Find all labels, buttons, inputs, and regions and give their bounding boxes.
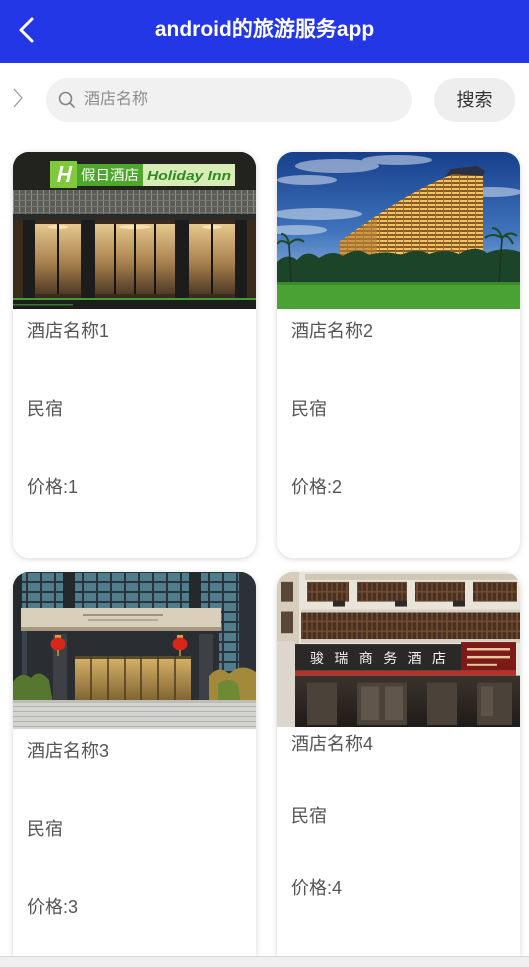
holiday-inn-sign: 假日酒店 Holiday Inn — [50, 161, 235, 188]
hotel-card-1[interactable]: 假日酒店 Holiday Inn 酒店名称1 民宿 价格:1 — [13, 152, 256, 558]
card-body: 酒店名称2 民宿 价格:2 — [277, 309, 520, 553]
search-button[interactable]: 搜索 — [434, 78, 515, 122]
chevron-left-icon — [19, 17, 34, 43]
hotel-photo-3 — [13, 572, 256, 729]
hotel-card-4[interactable]: 骏瑞商务酒店 酒店名称4 民宿 价格:4 — [277, 572, 520, 956]
chevron-right-icon — [13, 88, 23, 108]
search-box — [46, 78, 412, 122]
app-header: android的旅游服务app — [0, 0, 529, 63]
hotel-card-2[interactable]: 酒店名称2 民宿 价格:2 — [277, 152, 520, 558]
sign-text-cn: 假日酒店 — [81, 167, 139, 183]
card-body: 酒店名称4 民宿 价格:4 — [277, 727, 520, 948]
card-body: 酒店名称1 民宿 价格:1 — [13, 309, 256, 553]
hotel-photo-1: 假日酒店 Holiday Inn — [13, 152, 256, 309]
hotel-price: 价格:3 — [27, 897, 79, 917]
hotel-category: 民宿 — [27, 819, 63, 839]
expand-toggle[interactable] — [8, 84, 28, 112]
page-title: android的旅游服务app — [154, 18, 375, 41]
hotel-photo-4: 骏瑞商务酒店 — [277, 572, 520, 727]
bottom-edge — [0, 956, 529, 967]
card-body: 酒店名称3 民宿 价格:3 — [13, 729, 256, 956]
sign-text-en: Holiday Inn — [147, 168, 231, 183]
hotel-price: 价格:1 — [27, 477, 79, 497]
entrance-canopy — [21, 608, 221, 631]
hotel-photo-2 — [277, 152, 520, 309]
hotel-name: 酒店名称1 — [27, 321, 110, 341]
hotel-4-sign: 骏瑞商务酒店 — [295, 642, 516, 671]
hotel-price: 价格:2 — [291, 477, 343, 497]
hotel-name: 酒店名称3 — [27, 741, 110, 761]
hotel-name: 酒店名称2 — [291, 321, 374, 341]
back-button[interactable] — [10, 11, 44, 49]
hotel-card-3[interactable]: 酒店名称3 民宿 价格:3 — [13, 572, 256, 956]
hotel-price: 价格:4 — [291, 878, 343, 898]
hotel-name: 酒店名称4 — [291, 734, 374, 754]
app-screen: { "colors": { "header_bg": "#2437e6", "h… — [0, 0, 529, 967]
search-input[interactable] — [84, 78, 400, 122]
hotel-category: 民宿 — [27, 399, 63, 419]
search-icon — [58, 91, 75, 108]
hotel-category: 民宿 — [291, 806, 327, 826]
hotel-category: 民宿 — [291, 399, 327, 419]
